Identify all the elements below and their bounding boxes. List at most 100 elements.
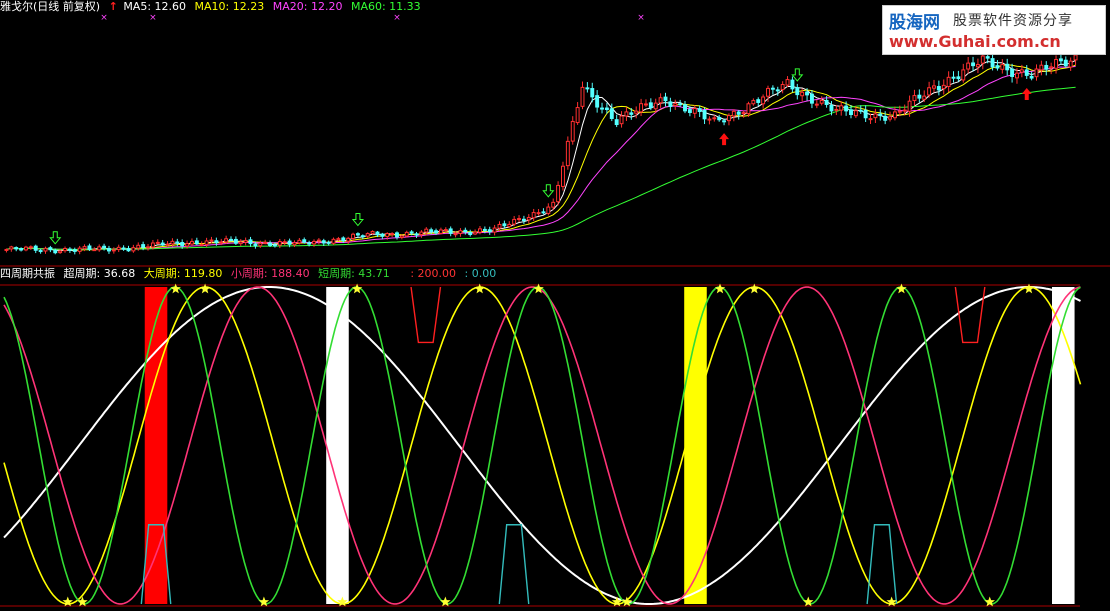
small-cycle-label: 小周期: 188.40 (230, 267, 310, 280)
candle-body (629, 112, 634, 115)
candle-body (453, 233, 458, 236)
candle-body (922, 95, 927, 100)
candle-body (165, 243, 170, 246)
candle-body (209, 239, 214, 242)
candle-body (580, 86, 585, 107)
candle-body (702, 110, 707, 120)
candle-body (346, 237, 351, 242)
candle-body (1015, 72, 1019, 79)
candle-body (33, 245, 38, 251)
candle-body (1054, 58, 1058, 69)
candle-body (204, 240, 209, 245)
candle-body (1044, 64, 1049, 70)
candle-body (131, 247, 136, 252)
candle-body (897, 110, 902, 113)
candle-body (24, 246, 28, 251)
candle-body (678, 103, 683, 106)
candle-body (170, 240, 175, 245)
candle-body (683, 104, 687, 112)
candle-body (302, 239, 307, 243)
candle-body (531, 212, 536, 219)
upper-level-label: : 200.00 (410, 267, 457, 280)
candle-body (658, 97, 663, 104)
candle-body (150, 242, 155, 248)
candle-body (409, 231, 414, 234)
candle-body (951, 76, 956, 79)
candle-body (307, 242, 312, 245)
candle-body (126, 248, 131, 252)
candle-body (463, 229, 468, 233)
candle-body (736, 111, 741, 115)
candle-body (561, 165, 565, 187)
candle-body (424, 228, 429, 233)
ma10-label: MA10: 12.23 (194, 0, 265, 13)
watermark-brand: 股海网 (889, 13, 940, 33)
candle-body (219, 241, 224, 244)
candle-body (853, 110, 858, 117)
candle-body (497, 223, 502, 229)
candle-body (9, 246, 14, 250)
candle-body (770, 87, 775, 90)
candle-body (253, 243, 258, 247)
candle-body (800, 91, 805, 97)
candle-body (863, 109, 868, 119)
candle-body (448, 228, 453, 234)
candle-body (639, 103, 644, 113)
candle-body (507, 223, 512, 228)
candle-body (971, 62, 976, 67)
candle-body (868, 118, 873, 121)
candle-body (414, 233, 419, 236)
candle-body (1039, 64, 1044, 71)
candle-body (990, 58, 995, 68)
short-cycle-label: 短周期: 43.71 (318, 267, 390, 280)
candle-body (116, 246, 121, 251)
candle-body (648, 102, 653, 109)
candle-body (97, 246, 102, 251)
candle-body (692, 108, 697, 114)
candle-body (1068, 60, 1073, 68)
candle-body (663, 96, 668, 102)
candle-body (233, 238, 238, 244)
candle-body (1058, 58, 1063, 62)
candle-body (824, 99, 829, 105)
candle-body (966, 62, 971, 70)
stock-chart-canvas: ×××××× (0, 0, 1110, 611)
candle-body (819, 99, 824, 104)
candle-body (297, 239, 302, 244)
candle-body (492, 227, 497, 233)
candle-body (521, 218, 526, 222)
candle-body (619, 115, 624, 125)
candle-body (14, 247, 19, 250)
candle-body (106, 247, 111, 252)
candle-body (707, 118, 712, 121)
candle-body (946, 76, 951, 87)
candle-body (155, 241, 160, 244)
candle-body (917, 94, 922, 99)
candle-body (268, 242, 273, 246)
candle-body (360, 235, 365, 238)
candle-body (780, 84, 785, 91)
candle-body (380, 233, 385, 237)
candle-body (326, 241, 331, 244)
candle-body (961, 69, 966, 81)
candle-body (849, 109, 853, 116)
candle-body (53, 249, 58, 254)
candle-body (341, 237, 346, 242)
candle-body (121, 247, 126, 250)
candle-body (512, 218, 517, 225)
candle-body (995, 65, 1000, 69)
candle-body (1049, 66, 1054, 69)
candle-body (48, 247, 53, 251)
candle-body (741, 112, 746, 115)
resonance-bar (144, 287, 168, 604)
ma60-label: MA60: 11.33 (350, 0, 421, 13)
super-cycle-label: 超周期: 36.68 (63, 267, 136, 280)
candle-body (214, 240, 219, 244)
candle-body (1073, 54, 1078, 61)
candle-body (4, 248, 9, 251)
candle-body (189, 241, 194, 245)
candle-body (766, 87, 770, 97)
candle-body (614, 119, 619, 126)
candle-body (927, 87, 932, 96)
candle-body (609, 108, 614, 119)
